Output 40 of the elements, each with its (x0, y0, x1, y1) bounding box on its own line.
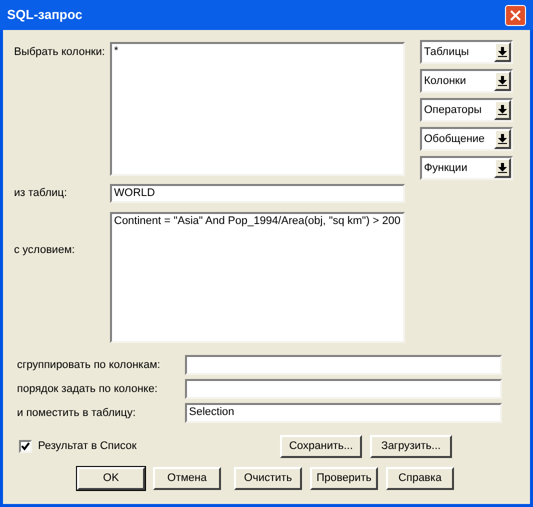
dialog-button[interactable]: Проверить (310, 467, 378, 490)
input-field[interactable] (185, 355, 502, 375)
field-label: Выбрать колонки: (14, 45, 106, 60)
input-field[interactable]: Selection (185, 403, 502, 423)
input-field[interactable]: WORLD (110, 184, 405, 203)
dropdown[interactable]: Колонки (420, 69, 513, 93)
dialog-button[interactable]: Загрузить... (370, 435, 452, 458)
field-label: и поместить в таблицу: (17, 406, 137, 421)
input-field[interactable] (185, 379, 502, 399)
field-label: с условием: (14, 243, 76, 258)
dropdown-button[interactable] (494, 129, 511, 149)
dialog-button[interactable]: OK (77, 467, 145, 490)
dialog-button[interactable]: Справка (386, 467, 454, 490)
down-arrow-icon (498, 105, 507, 115)
window-title: SQL-запрос (7, 6, 82, 24)
close-icon (510, 10, 521, 20)
down-arrow-icon (498, 47, 507, 57)
down-arrow-icon (498, 134, 507, 144)
check-icon (21, 442, 30, 451)
dropdown[interactable]: Обобщение (420, 127, 513, 151)
down-arrow-icon (498, 163, 507, 173)
dialog-button[interactable]: Очистить (234, 467, 302, 490)
dropdown[interactable]: Операторы (420, 98, 513, 122)
dropdown-button[interactable] (494, 71, 511, 91)
checkbox-label: Результат в Список (38, 439, 137, 454)
down-arrow-icon (498, 76, 507, 86)
dropdown[interactable]: Таблицы (420, 40, 513, 64)
field-label: сгруппировать по колонкам: (17, 358, 162, 373)
checkbox[interactable] (19, 440, 32, 453)
dropdown-button[interactable] (494, 158, 511, 178)
dialog-button[interactable]: Сохранить... (280, 435, 362, 458)
dropdown[interactable]: Функции (420, 156, 513, 180)
dropdown-button[interactable] (494, 42, 511, 62)
dialog-button[interactable]: Отмена (153, 467, 221, 490)
condition-text-area[interactable]: Continent = "Asia" And Pop_1994/Area(obj, "sq km") > 200 (110, 212, 405, 343)
field-label: порядок задать по колонке: (17, 382, 158, 397)
close-button[interactable] (505, 4, 526, 26)
columns-text-area[interactable]: * (110, 42, 405, 176)
field-label: из таблиц: (14, 186, 68, 202)
dropdown-button[interactable] (494, 100, 511, 120)
